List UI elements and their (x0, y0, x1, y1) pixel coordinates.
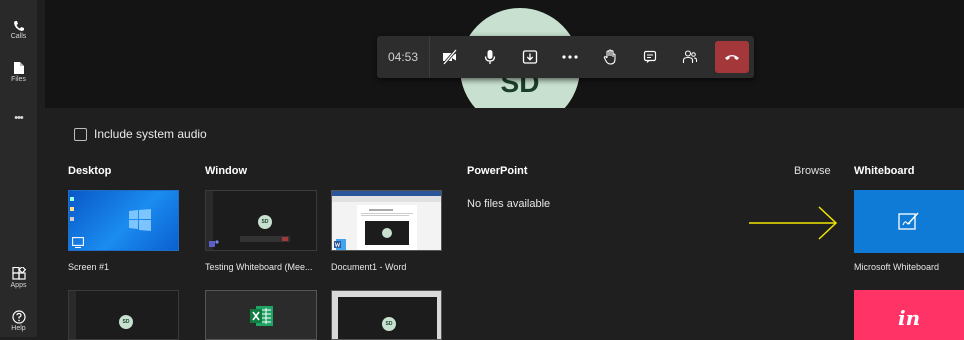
screen-1-caption: Screen #1 (68, 262, 110, 272)
hang-up-button[interactable] (715, 41, 749, 73)
yellow-arrow-annotation (749, 206, 838, 240)
invision-tile[interactable]: in (854, 290, 964, 340)
word-toolbar (332, 196, 441, 202)
rail-apps[interactable]: Apps (0, 267, 37, 289)
more-icon: ••• (14, 112, 24, 124)
rail-help-label: Help (11, 325, 26, 332)
window-3-thumbnail[interactable]: SD (331, 290, 442, 340)
microphone-icon (484, 50, 496, 64)
chat-button[interactable] (635, 36, 665, 78)
share-tray-icon (522, 50, 538, 64)
share-content-button[interactable] (515, 36, 545, 78)
rail-calls-label: Calls (10, 33, 27, 40)
whiteboard-heading: Whiteboard (854, 165, 915, 177)
file-icon (13, 62, 24, 74)
participants-button[interactable] (675, 36, 705, 78)
raise-hand-icon (603, 49, 616, 65)
window-teams-thumbnail[interactable]: SD (205, 190, 317, 251)
screen-2-thumbnail[interactable]: SD (68, 290, 179, 340)
browse-button[interactable]: Browse (794, 165, 831, 177)
excel-logo-icon (250, 306, 273, 326)
window-teams-caption: Testing Whiteboard (Mee... (205, 262, 313, 272)
windows-logo-icon (129, 209, 151, 231)
desktop-heading: Desktop (68, 165, 112, 177)
rail-help[interactable]: Help (0, 310, 37, 332)
rail-apps-label: Apps (10, 282, 27, 289)
include-audio-checkbox[interactable] (74, 127, 87, 141)
camera-toggle-button[interactable] (435, 36, 465, 78)
apps-icon (11, 267, 26, 280)
thumb-avatar-2: SD (119, 315, 133, 329)
share-tray: Include system audio Desktop Window Powe… (45, 108, 964, 340)
invision-logo-icon: in (898, 306, 921, 330)
thumb-toolbar (240, 236, 290, 242)
powerpoint-empty-message: No files available (467, 198, 551, 210)
window-word-caption: Document1 - Word (331, 262, 407, 272)
window-excel-thumbnail[interactable] (205, 290, 317, 340)
rail-calls[interactable]: Calls (0, 20, 37, 40)
whiteboard-icon (898, 212, 919, 230)
rail-more-button[interactable]: ••• (0, 112, 37, 124)
call-timer: 04:53 (377, 36, 430, 78)
screen-share-icon (72, 237, 84, 248)
powerpoint-heading: PowerPoint (467, 165, 528, 177)
meeting-stage: SD 04:53 (45, 0, 964, 108)
more-actions-button[interactable] (555, 36, 585, 78)
screen-1-thumbnail[interactable] (68, 190, 179, 251)
rail-files-label: Files (11, 76, 26, 83)
word-page (357, 205, 417, 250)
window-word-thumbnail[interactable] (331, 190, 442, 251)
microsoft-whiteboard-caption: Microsoft Whiteboard (854, 262, 940, 272)
hang-up-icon (725, 55, 739, 60)
word-logo-icon (334, 239, 346, 250)
camera-off-icon (442, 49, 458, 65)
thumb-avatar-3: SD (382, 317, 396, 331)
include-audio-label: Include system audio (94, 127, 207, 141)
microsoft-whiteboard-tile[interactable] (854, 190, 964, 253)
call-controls-toolbar: 04:53 (377, 36, 754, 78)
chat-icon (643, 50, 657, 63)
thumb-avatar: SD (258, 215, 272, 229)
teams-logo-icon (209, 240, 219, 247)
include-audio-option[interactable]: Include system audio (74, 127, 207, 141)
app-rail: Calls Files ••• Apps Help (0, 0, 37, 337)
help-icon (11, 310, 26, 324)
phone-icon (13, 21, 24, 31)
raise-hand-button[interactable] (595, 36, 625, 78)
participants-icon (682, 50, 697, 63)
mic-toggle-button[interactable] (475, 36, 505, 78)
window-heading: Window (205, 165, 248, 177)
rail-files[interactable]: Files (0, 61, 37, 83)
ellipsis-icon (562, 55, 578, 59)
